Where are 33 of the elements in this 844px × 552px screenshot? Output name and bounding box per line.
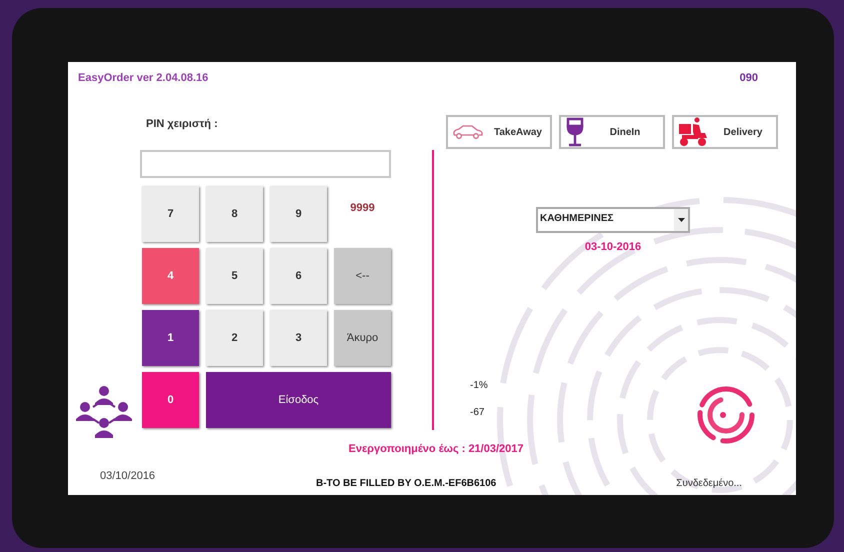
footer-date: 03/10/2016 xyxy=(100,468,156,484)
car-icon xyxy=(452,124,484,140)
serial-text: B-TO BE FILLED BY O.E.M.-EF6B6106 xyxy=(316,476,496,490)
pin-input-field[interactable] xyxy=(140,150,391,178)
keypad-key[interactable]: 6 xyxy=(270,248,327,304)
action-button[interactable]: <-- xyxy=(334,248,391,304)
dropdown-value: ΚΑΘΗΜΕΡΙΝΕΣ xyxy=(539,212,614,226)
menu-dropdown[interactable]: ΚΑΘΗΜΕΡΙΝΕΣ xyxy=(536,207,690,233)
keypad-key[interactable]: 7 xyxy=(142,186,199,242)
team-icon xyxy=(75,385,133,439)
delivery-scooter-icon xyxy=(678,117,708,147)
enter-button[interactable]: Είσοδος xyxy=(206,372,391,428)
order-type-button[interactable]: TakeAway xyxy=(446,115,552,149)
keypad-key[interactable]: 1 xyxy=(142,310,199,366)
connection-status: Συνδεδεμένο... xyxy=(676,476,742,490)
order-type-button[interactable]: Delivery xyxy=(672,115,778,149)
terminal-number: 090 xyxy=(740,71,758,84)
keypad-key[interactable]: 3 xyxy=(270,310,327,366)
keypad-key[interactable]: 0 xyxy=(142,372,199,428)
action-button[interactable]: Άκυρο xyxy=(334,310,391,366)
keypad-key[interactable]: 2 xyxy=(206,310,263,366)
keypad-key[interactable]: 9 xyxy=(270,186,327,242)
wine-glass-icon xyxy=(565,117,585,147)
order-type-button[interactable]: DineIn xyxy=(559,115,665,149)
pin-label: PIN χειριστή : xyxy=(146,117,219,130)
menu-date: 03-10-2016 xyxy=(584,240,642,255)
keypad-key[interactable]: 5 xyxy=(206,248,263,304)
stat-value: -1% xyxy=(470,378,488,390)
activation-text: Ενεργοποιημένο έως : 21/03/2017 xyxy=(348,442,524,457)
code-hint: 9999 xyxy=(350,201,375,214)
keypad-key[interactable]: 8 xyxy=(206,186,263,242)
stat-value: -67 xyxy=(470,406,486,418)
app-title: EasyOrder ver 2.04.08.16 xyxy=(78,71,208,84)
